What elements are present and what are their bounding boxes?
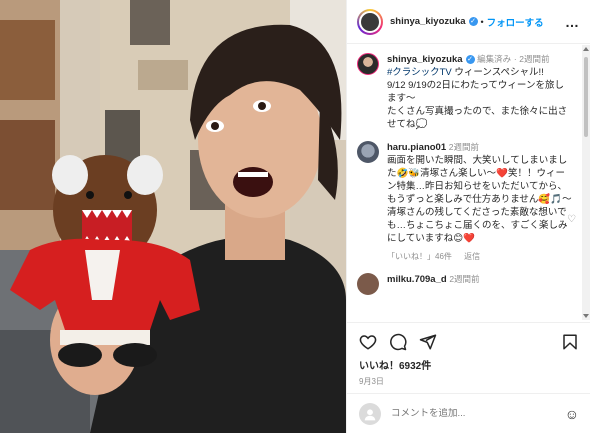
verified-badge-icon: ✓	[468, 17, 478, 26]
next-commenter-username[interactable]: milku.709a_d	[387, 274, 447, 285]
bookmark-icon[interactable]	[561, 333, 579, 351]
post-side-panel: shinya_kiyozuka ✓ • フォローする … shinya_kiyoz…	[346, 0, 590, 433]
caption-hashtag[interactable]: #クラシックTV	[387, 67, 452, 78]
comment-row: haru.piano01 2週間前 画面を開いた瞬間、大笑いしてしまいました🤣🐝…	[357, 141, 573, 263]
caption-username[interactable]: shinya_kiyozuka	[387, 54, 463, 65]
likes-count[interactable]: いいね！6932件	[359, 357, 579, 372]
caption-text: shinya_kiyozuka ✓ 編集済み · 2週間前 #クラシックTV ウィ…	[387, 54, 568, 130]
comments-scrollbar[interactable]	[582, 45, 590, 320]
current-user-avatar	[359, 402, 381, 425]
post-photo[interactable]	[0, 0, 346, 433]
emoji-icon[interactable]: ☺	[565, 406, 579, 422]
caption-edited: 編集済み	[477, 54, 512, 64]
caption-time: 2週間前	[519, 54, 550, 64]
photo-illustration	[0, 0, 346, 433]
scroll-thumb[interactable]	[584, 57, 588, 137]
next-comment-time: 2週間前	[449, 274, 480, 284]
caption-avatar[interactable]	[357, 53, 379, 75]
follow-button[interactable]: フォローする	[487, 15, 544, 29]
share-icon[interactable]	[419, 333, 437, 351]
heart-icon[interactable]	[359, 333, 377, 351]
comment-meta: 「いいね！」46件 返信	[387, 250, 573, 263]
avatar-image	[359, 10, 381, 33]
next-comment-body: milku.709a_d 2週間前	[387, 273, 573, 295]
comment-likes-count[interactable]: 「いいね！」46件	[387, 252, 452, 261]
next-commenter-avatar[interactable]	[357, 273, 379, 295]
comment-like-heart-icon[interactable]: ♡	[567, 214, 576, 225]
user-silhouette-icon	[364, 408, 376, 420]
comment-time: 2週間前	[448, 142, 479, 152]
caption-line1: ウィーンスペシャル!!	[451, 67, 544, 78]
commenter-avatar[interactable]	[357, 141, 379, 163]
caption-line2: 9/12 9/19の2日にわたってウィーンを旅します〜	[387, 80, 564, 104]
scroll-down-arrow-icon[interactable]	[583, 314, 589, 318]
post-header: shinya_kiyozuka ✓ • フォローする …	[347, 0, 590, 44]
commenter-username[interactable]: haru.piano01	[387, 142, 446, 153]
more-options-icon[interactable]: …	[565, 14, 580, 30]
author-username[interactable]: shinya_kiyozuka ✓	[390, 16, 478, 27]
scroll-up-arrow-icon[interactable]	[583, 47, 589, 51]
action-icons-row	[359, 331, 579, 353]
caption-row: shinya_kiyozuka ✓ 編集済み · 2週間前 #クラシックTV ウィ…	[357, 53, 573, 131]
next-comment-row: milku.709a_d 2週間前	[357, 273, 573, 295]
caption-line3: たくさん写真撮ったので、また徐々に出させてね💭	[387, 106, 568, 130]
author-avatar[interactable]	[357, 8, 383, 35]
reply-link[interactable]: 返信	[464, 252, 480, 261]
comment-icon[interactable]	[389, 333, 407, 351]
add-comment-bar: ☺	[347, 393, 590, 433]
caption-verified-icon: ✓	[465, 55, 475, 64]
author-username-text: shinya_kiyozuka	[390, 16, 466, 27]
comments-list[interactable]: shinya_kiyozuka ✓ 編集済み · 2週間前 #クラシックTV ウィ…	[347, 45, 583, 320]
separator-dot: •	[480, 16, 484, 27]
comment-input[interactable]	[391, 408, 565, 419]
post-date: 9月3日	[359, 377, 384, 386]
comment-text: 画面を開いた瞬間、大笑いしてしまいました🤣🐝清塚さん楽しい〜❤️笑！！ウィーン特…	[387, 155, 572, 244]
post-actions: いいね！6932件 9月3日	[347, 322, 590, 387]
comment-body: haru.piano01 2週間前 画面を開いた瞬間、大笑いしてしまいました🤣🐝…	[387, 141, 573, 263]
